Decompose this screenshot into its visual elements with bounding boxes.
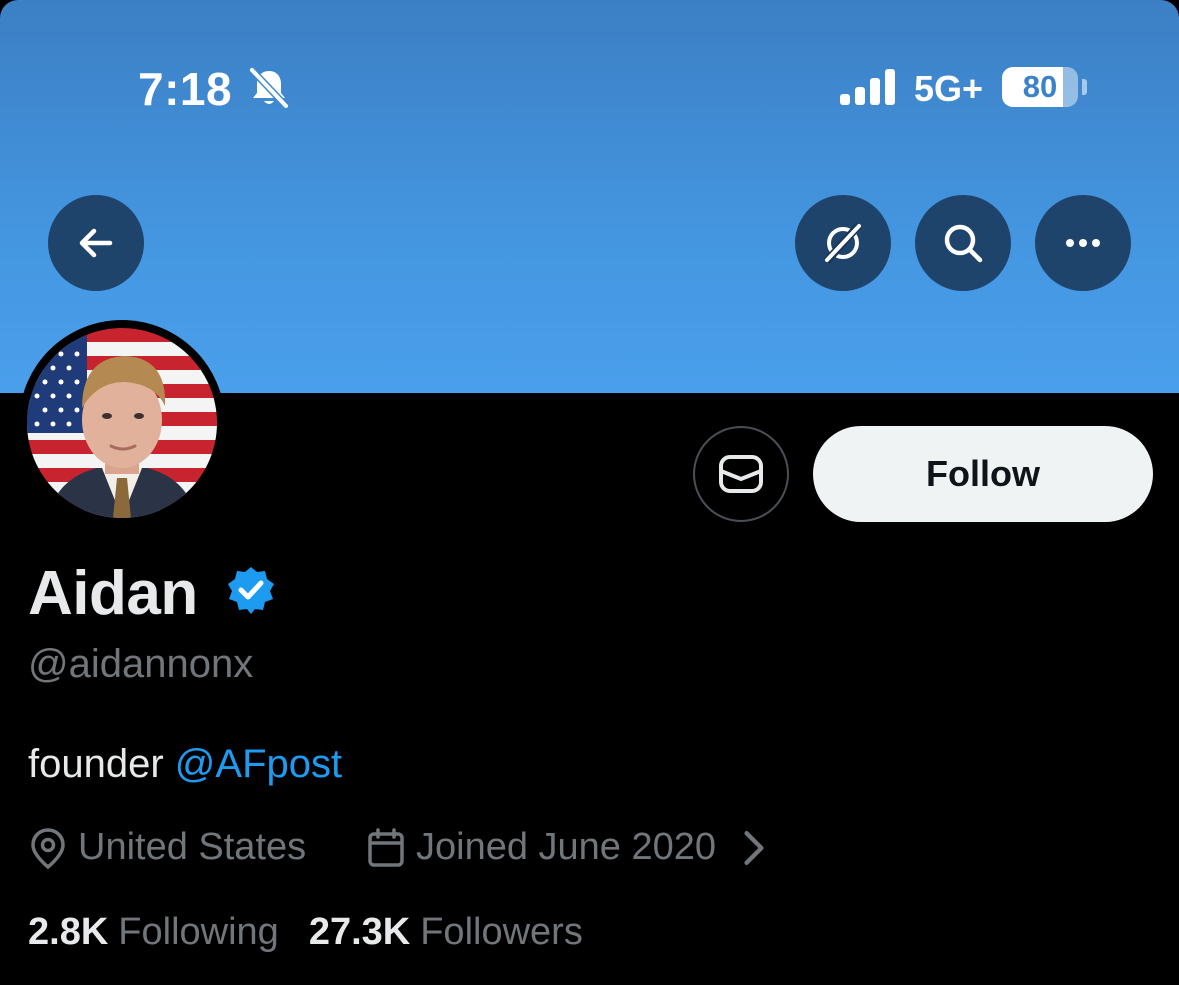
followers-count: 27.3K [308,911,411,953]
avatar[interactable] [27,328,217,518]
handle: @aidannonx [28,642,254,686]
chevron-right-icon [744,830,764,865]
signal-bars-icon [840,69,895,105]
follow-button[interactable]: Follow [813,426,1153,522]
search-icon [944,224,983,263]
follow-stats: 2.8K Following 27.3K Followers [28,911,583,954]
location-text: United States [78,826,307,868]
status-time: 7:18 [138,63,233,115]
message-icon [719,455,763,493]
more-button[interactable] [1035,195,1131,291]
battery-percent: 80 [1022,69,1058,104]
profile-location: United States [28,826,306,869]
bell-slash-icon [248,66,290,110]
network-type: 5G+ [914,68,984,109]
following-count: 2.8K [28,911,109,953]
message-button[interactable] [693,426,789,522]
display-name: Aidan [28,559,198,628]
bio: founder @AFpost [28,742,342,787]
avatar-image [27,328,217,518]
bio-text: founder [28,742,175,786]
back-button[interactable] [48,195,144,291]
following-stat[interactable]: 2.8K Following [28,911,279,954]
profile-banner[interactable] [0,0,1179,393]
search-button[interactable] [915,195,1011,291]
battery-indicator: 80 [1002,67,1087,107]
more-dots-icon [1066,239,1100,247]
grok-button[interactable] [795,195,891,291]
bio-mention-link[interactable]: @AFpost [175,742,342,786]
calendar-icon [368,827,404,867]
followers-label: Followers [420,911,583,953]
following-label: Following [118,911,279,953]
location-pin-icon [31,827,65,869]
joined-text: Joined June 2020 [416,826,717,868]
followers-stat[interactable]: 27.3K Followers [309,911,583,954]
grok-icon [824,222,862,264]
profile-joined[interactable]: Joined June 2020 [366,826,784,869]
arrow-left-icon [79,228,113,258]
verified-badge-icon[interactable] [226,565,276,615]
